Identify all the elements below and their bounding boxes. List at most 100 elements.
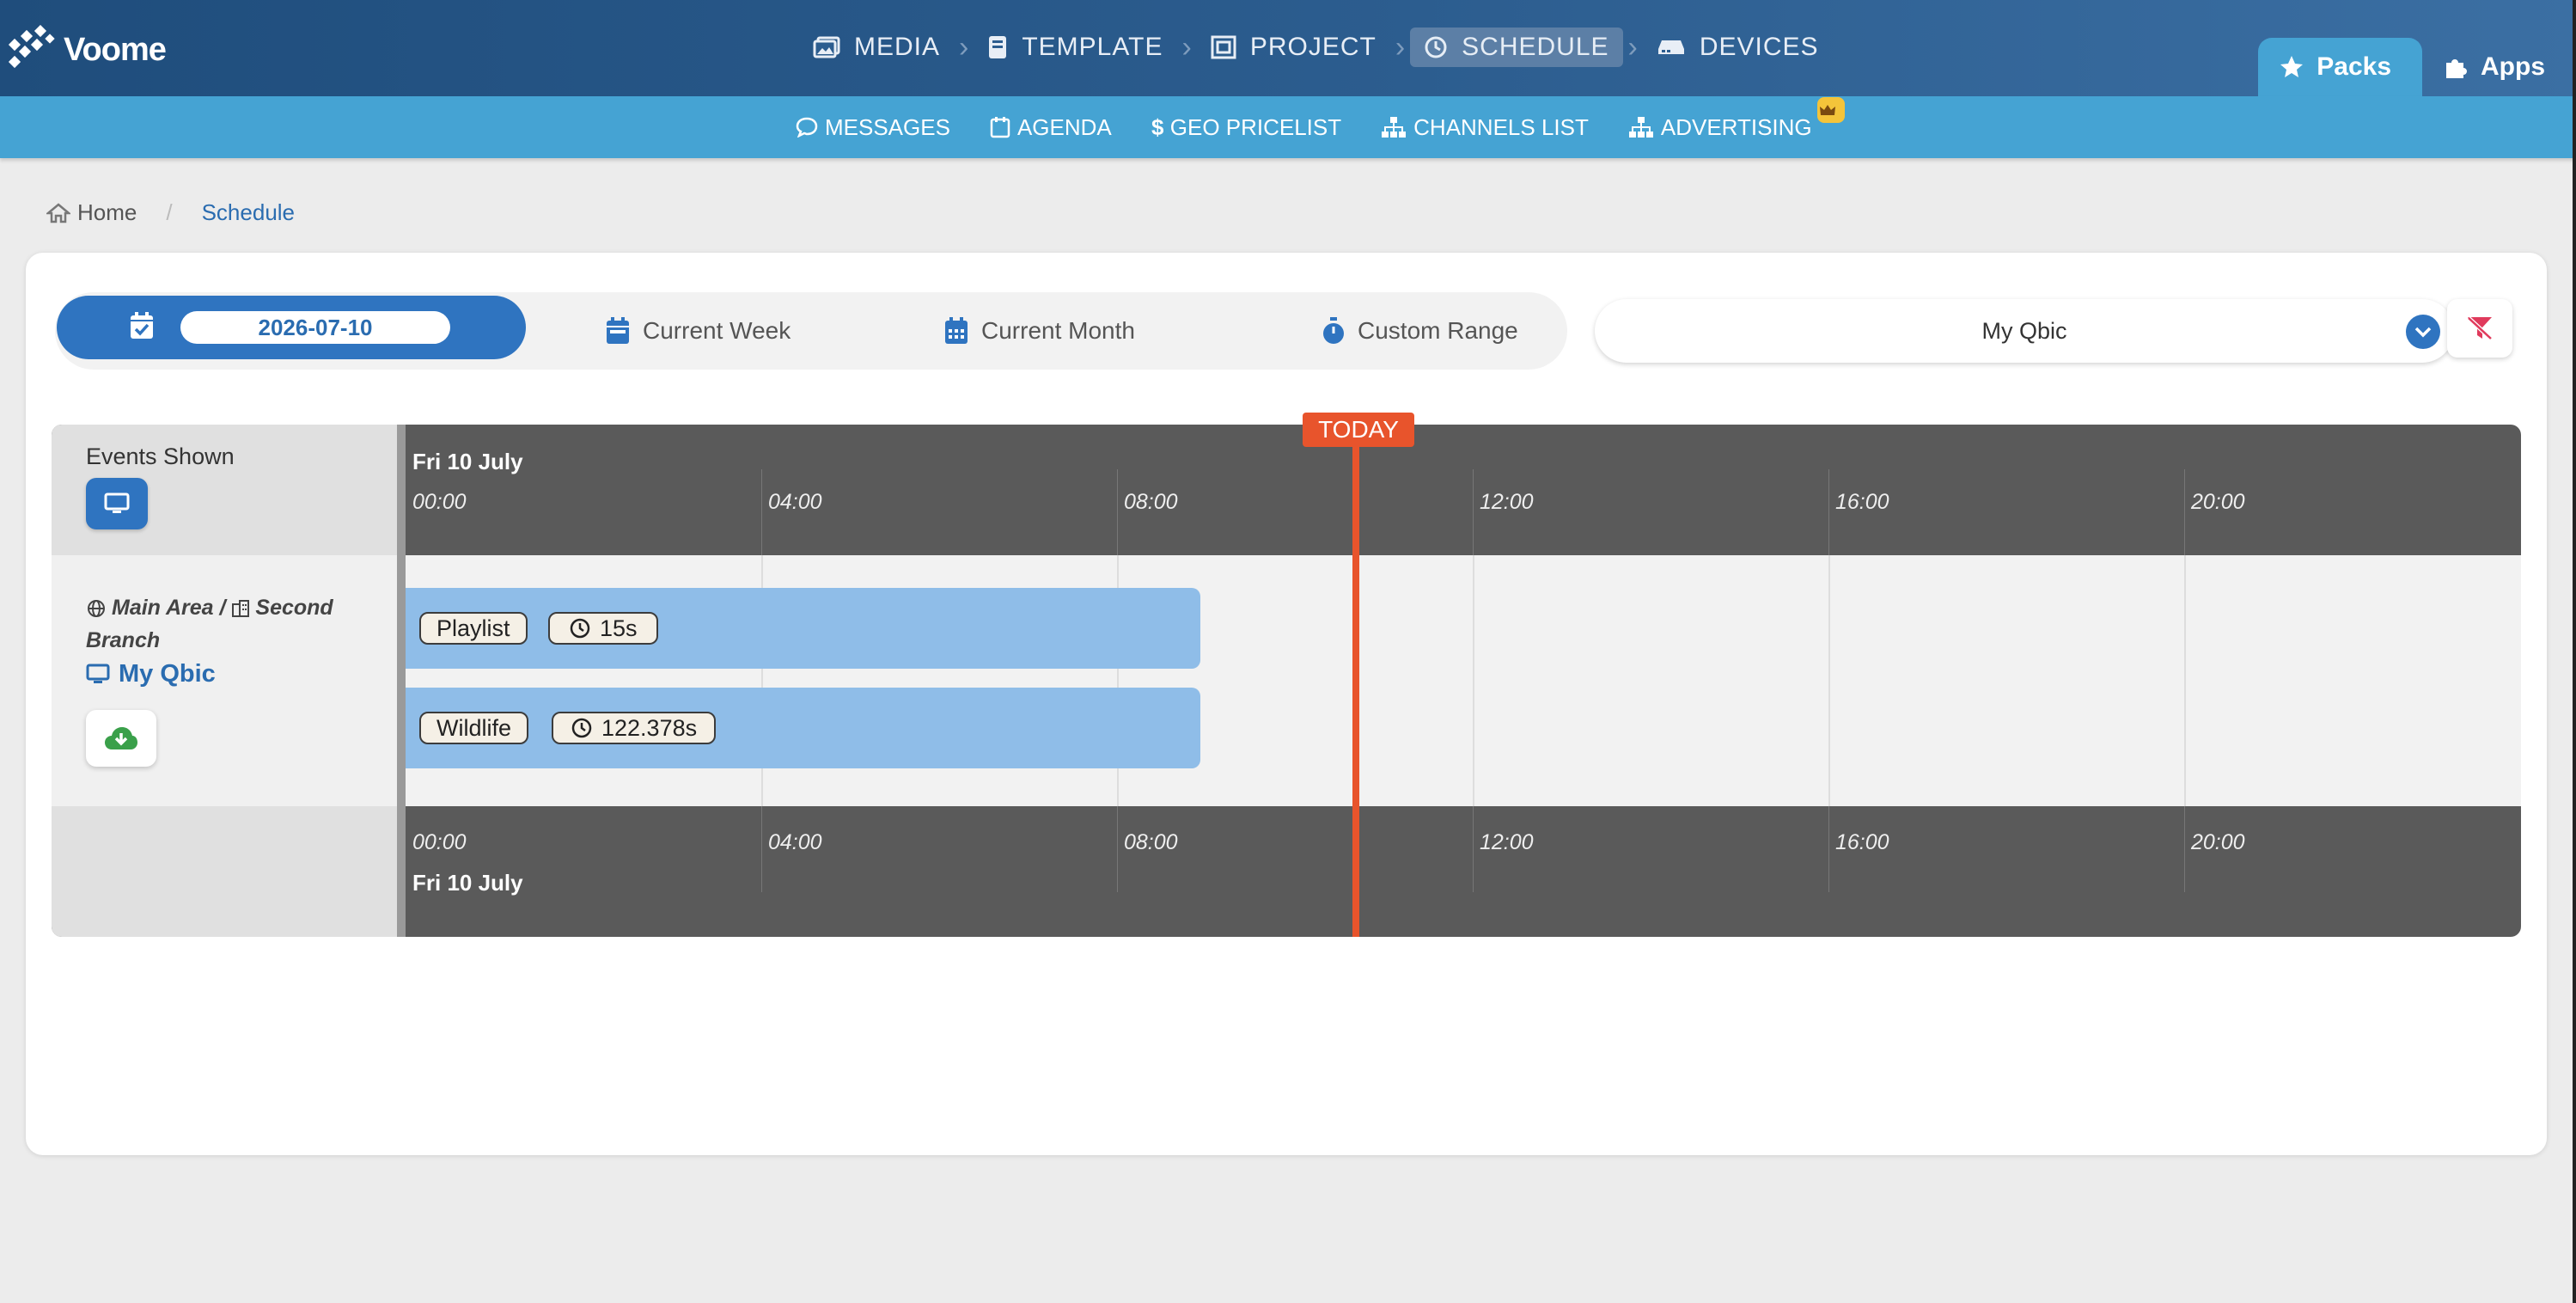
event-name-chip: Wildlife: [419, 712, 529, 744]
event-name-chip: Playlist: [419, 612, 528, 645]
workflow-nav: MEDIA › TEMPLATE › PROJECT › SCHEDULE › …: [799, 26, 1833, 69]
events-shown-label: Events Shown: [86, 444, 235, 469]
calendar-icon: [990, 117, 1010, 138]
breadcrumb-separator: /: [166, 199, 173, 225]
device-location: Main Area / Second Branch: [86, 596, 333, 652]
dollar-icon: $: [1151, 115, 1163, 139]
device-name: My Qbic: [119, 660, 216, 688]
nav-step-schedule[interactable]: SCHEDULE: [1410, 28, 1623, 67]
stopwatch-icon: [1323, 317, 1344, 344]
events-shown-toggle[interactable]: [86, 478, 148, 529]
pack-tabs: Packs Apps: [2258, 38, 2576, 96]
header-tick: 08:00: [1124, 490, 1178, 514]
sitemap-icon: [1382, 117, 1407, 138]
top-navbar: Voome MEDIA › TEMPLATE › PROJECT › SCHED…: [0, 0, 2576, 96]
subnav-label: MESSAGES: [825, 113, 950, 140]
footer-grid-line: [2184, 806, 2185, 892]
event-bar-playlist[interactable]: Playlist 15s: [406, 588, 1200, 669]
puzzle-icon: [2446, 59, 2467, 78]
project-icon: [1211, 35, 1236, 59]
crown-icon: [1819, 104, 1835, 115]
svg-text:$: $: [1151, 115, 1163, 139]
header-tick: 00:00: [412, 490, 467, 514]
custom-range-label: Custom Range: [1358, 317, 1518, 344]
single-date-option[interactable]: 2026-07-10: [57, 296, 526, 359]
download-button[interactable]: [86, 710, 156, 767]
header-grid-line: [761, 469, 762, 555]
clear-filter-button[interactable]: [2447, 299, 2512, 358]
chat-icon: [796, 117, 818, 138]
subnav-messages[interactable]: MESSAGES: [796, 114, 950, 141]
custom-range-option[interactable]: Custom Range: [1322, 292, 1518, 370]
today-badge: TODAY: [1303, 413, 1414, 447]
chevron-right-icon: ›: [1181, 30, 1192, 64]
breadcrumb: Home / Schedule: [46, 199, 295, 226]
device-row-timeline: Playlist 15s Wildlife 122.378s: [406, 555, 2521, 806]
monitor-icon: [86, 664, 110, 683]
header-grid-line: [1473, 469, 1474, 555]
subnav-label: AGENDA: [1016, 113, 1112, 140]
subnav-agenda[interactable]: AGENDA: [990, 114, 1112, 141]
footer-tick: 04:00: [768, 830, 822, 854]
footer-grid-line: [1828, 806, 1829, 892]
current-month-option[interactable]: Current Month: [943, 292, 1135, 370]
calendar-month-icon: [945, 317, 968, 344]
nav-step-label: DEVICES: [1699, 33, 1819, 61]
calendar-check-icon: [131, 312, 153, 339]
subnav-geo-pricelist[interactable]: $ GEO PRICELIST: [1151, 114, 1341, 141]
event-duration-chip: 15s: [548, 612, 658, 645]
footer-grid-line: [1117, 806, 1118, 892]
grid-line: [2184, 555, 2186, 806]
chevron-right-icon: ›: [1627, 30, 1638, 64]
device-link[interactable]: My Qbic: [86, 660, 216, 688]
event-bar-wildlife[interactable]: Wildlife 122.378s: [406, 688, 1200, 768]
building-icon: [232, 600, 250, 618]
subnav-advertising[interactable]: ADVERTISING: [1628, 96, 1845, 141]
tab-apps[interactable]: Apps: [2422, 38, 2576, 96]
breadcrumb-home-label: Home: [77, 199, 137, 225]
subnav-label: GEO PRICELIST: [1169, 113, 1342, 140]
header-tick: 12:00: [1480, 490, 1534, 514]
cloud-download-icon: [105, 727, 137, 749]
nav-step-media[interactable]: MEDIA: [799, 28, 954, 67]
globe-icon: [88, 600, 105, 618]
event-duration: 122.378s: [601, 714, 698, 741]
app-name: Voome: [64, 31, 167, 68]
chevron-right-icon: ›: [1395, 30, 1406, 64]
schedule-timeline: Events Shown Main Area / Second Branch M…: [52, 413, 2521, 937]
secondary-nav: MESSAGES AGENDA $ GEO PRICELIST CHANNELS…: [796, 96, 1852, 158]
nav-step-project[interactable]: PROJECT: [1197, 28, 1390, 67]
schedule-card: 2026-07-10 Current Week Current Month Cu…: [26, 253, 2547, 1155]
footer-tick: 08:00: [1124, 830, 1178, 854]
app-logo[interactable]: Voome: [7, 24, 167, 76]
date-input[interactable]: 2026-07-10: [180, 311, 450, 344]
nav-step-template[interactable]: TEMPLATE: [974, 28, 1176, 67]
nav-step-label: TEMPLATE: [1022, 33, 1163, 61]
nav-step-label: PROJECT: [1249, 33, 1377, 61]
device-select[interactable]: My Qbic: [1595, 299, 2454, 363]
today-marker-line: [1352, 413, 1359, 937]
book-icon: [989, 36, 1007, 58]
secondary-navbar: MESSAGES AGENDA $ GEO PRICELIST CHANNELS…: [0, 96, 2576, 158]
subnav-channels-list[interactable]: CHANNELS LIST: [1381, 114, 1589, 141]
window-edge: [2573, 0, 2576, 1303]
grid-line: [1828, 555, 1830, 806]
header-day-label: Fri 10 July: [412, 449, 523, 474]
breadcrumb-home[interactable]: Home: [46, 199, 137, 226]
tab-packs-label: Packs: [2317, 52, 2391, 81]
header-grid-line: [2184, 469, 2185, 555]
header-tick: 16:00: [1835, 490, 1889, 514]
timeline-header-left: Events Shown: [52, 425, 397, 555]
star-icon: [2280, 56, 2304, 77]
image-icon: [813, 36, 840, 58]
location-area: Main Area: [112, 596, 214, 620]
tab-packs[interactable]: Packs: [2258, 38, 2422, 96]
footer-tick: 16:00: [1835, 830, 1889, 854]
subnav-label: CHANNELS LIST: [1413, 113, 1589, 140]
nav-step-devices[interactable]: DEVICES: [1643, 28, 1833, 67]
event-duration: 15s: [600, 615, 638, 641]
current-week-option[interactable]: Current Week: [605, 292, 791, 370]
device-row-header: Main Area / Second Branch My Qbic: [52, 555, 397, 806]
footer-tick: 20:00: [2191, 830, 2245, 854]
sitemap-icon: [1628, 117, 1653, 138]
